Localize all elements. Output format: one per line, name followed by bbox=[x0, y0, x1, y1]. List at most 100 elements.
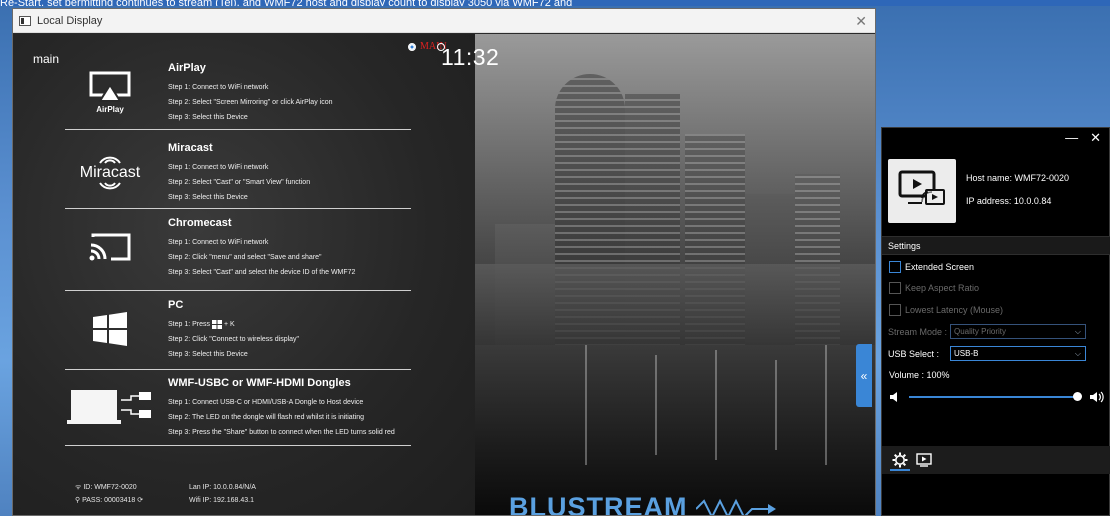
screen-cast-icon bbox=[916, 453, 932, 467]
chromecast-section: Chromecast Step 1: Connect to WiFi netwo… bbox=[65, 217, 411, 283]
airplay-icon-label: AirPlay bbox=[96, 104, 124, 114]
airplay-heading: AirPlay bbox=[168, 62, 206, 74]
lowest-latency-label: Lowest Latency (Mouse) bbox=[905, 305, 1004, 315]
mode-selector: MAIN bbox=[408, 41, 447, 52]
usb-select-row: USB Select : USB-B ⌵ bbox=[888, 346, 1086, 361]
stream-mode-label: Stream Mode : bbox=[888, 326, 948, 337]
pc-step-3: Step 3: Select this Device bbox=[168, 351, 248, 358]
stream-mode-row: Stream Mode : Quality Priority ⌵ bbox=[888, 324, 1086, 339]
network-info: Lan IP: 10.0.0.84/N/A Wifi IP: 192.168.4… bbox=[189, 481, 256, 507]
app-icon bbox=[19, 15, 31, 26]
dongles-step-2: Step 2: The LED on the dongle will flash… bbox=[168, 414, 364, 421]
window-close-button[interactable]: ✕ bbox=[855, 13, 867, 30]
windows-key-icon bbox=[211, 319, 222, 329]
ip-address: IP address: 10.0.0.84 bbox=[966, 196, 1052, 206]
blustream-logo: BLUSTREAM bbox=[509, 492, 777, 515]
volume-label: Volume : 100% bbox=[889, 370, 950, 380]
chevron-down-icon: ⌵ bbox=[1074, 349, 1081, 358]
chromecast-step-1: Step 1: Connect to WiFi network bbox=[168, 239, 269, 246]
close-button[interactable]: ✕ bbox=[1090, 130, 1101, 146]
brand-wave-icon bbox=[696, 498, 777, 515]
device-pass: PASS: 00003418 bbox=[82, 497, 136, 504]
extended-screen-label: Extended Screen bbox=[905, 262, 975, 272]
dongles-heading: WMF-USBC or WMF-HDMI Dongles bbox=[168, 377, 351, 389]
lan-ip: Lan IP: 10.0.0.84/N/A bbox=[189, 484, 256, 491]
miracast-icon: Miracast bbox=[65, 142, 155, 202]
windows-icon bbox=[65, 299, 155, 359]
wifi-ip: Wifi IP: 192.168.43.1 bbox=[189, 497, 254, 504]
chromecast-icon bbox=[65, 217, 155, 277]
dongles-section: WMF-USBC or WMF-HDMI Dongles Step 1: Con… bbox=[65, 377, 411, 447]
extended-screen-checkbox[interactable] bbox=[889, 261, 901, 273]
extended-screen-option[interactable]: Extended Screen bbox=[889, 261, 974, 273]
chromecast-heading: Chromecast bbox=[168, 217, 232, 229]
chromecast-step-2: Step 2: Click "menu" and select "Save an… bbox=[168, 254, 322, 261]
chromecast-step-3: Step 3: Select "Cast" and select the dev… bbox=[168, 269, 356, 276]
volume-slider-row bbox=[889, 390, 1104, 404]
dongles-step-3: Step 3: Press the "Share" button to conn… bbox=[168, 429, 395, 436]
brand-text: BLUSTREAM bbox=[509, 492, 688, 515]
local-display-window: Local Display ✕ main AirPlay AirPlay Ste… bbox=[12, 8, 876, 516]
divider bbox=[65, 208, 411, 209]
device-credentials: ᯤ ID: WMF72-0020 ⚲ PASS: 00003418 ⟳ bbox=[75, 481, 143, 507]
keep-aspect-ratio-option: Keep Aspect Ratio bbox=[889, 282, 979, 294]
volume-slider-thumb[interactable] bbox=[1073, 392, 1082, 401]
main-label: main bbox=[33, 52, 60, 66]
airplay-section: AirPlay AirPlay Step 1: Connect to WiFi … bbox=[65, 62, 411, 128]
device-id: ID: WMF72-0020 bbox=[83, 484, 137, 491]
divider bbox=[65, 445, 411, 446]
gear-icon bbox=[892, 452, 908, 468]
volume-up-icon[interactable] bbox=[1089, 391, 1105, 403]
screen-share-icon bbox=[888, 159, 956, 223]
miracast-step-3: Step 3: Select this Device bbox=[168, 194, 248, 201]
volume-down-icon[interactable] bbox=[889, 391, 901, 403]
pc-section: PC Step 1: Press + K Step 2: Click "Conn… bbox=[65, 299, 411, 365]
clock: 11:32 bbox=[441, 44, 500, 70]
screen-tab[interactable] bbox=[912, 449, 936, 471]
usb-select-label: USB Select : bbox=[888, 348, 940, 359]
refresh-icon[interactable]: ⟳ bbox=[135, 497, 143, 504]
airplay-step-1: Step 1: Connect to WiFi network bbox=[168, 84, 269, 91]
keep-aspect-ratio-checkbox bbox=[889, 282, 901, 294]
pc-step-1-text: Step 1: Press bbox=[168, 321, 211, 328]
lowest-latency-checkbox bbox=[889, 304, 901, 316]
control-panel: — ✕ Host name: WMF72-0020 IP address: 10… bbox=[881, 127, 1110, 516]
chevron-down-icon: ⌵ bbox=[1074, 327, 1081, 336]
pc-step-1-suffix: + K bbox=[223, 321, 235, 328]
stream-mode-select: Quality Priority ⌵ bbox=[950, 324, 1086, 339]
city-background-image bbox=[475, 34, 875, 515]
pc-heading: PC bbox=[168, 299, 184, 311]
volume-slider-track[interactable] bbox=[909, 396, 1077, 398]
divider bbox=[65, 290, 411, 291]
panel-collapse-button[interactable]: « bbox=[856, 344, 872, 407]
panel-tabs bbox=[882, 446, 1110, 474]
miracast-step-2: Step 2: Select "Cast" or "Smart View" fu… bbox=[168, 179, 311, 186]
miracast-heading: Miracast bbox=[168, 142, 213, 154]
main-mode-radio[interactable] bbox=[408, 42, 416, 51]
stream-mode-value: Quality Priority bbox=[954, 327, 1007, 336]
dongle-icon bbox=[65, 377, 159, 443]
settings-header: Settings bbox=[882, 236, 1110, 255]
settings-tab[interactable] bbox=[888, 449, 912, 471]
pc-step-2: Step 2: Click "Connect to wireless displ… bbox=[168, 336, 300, 343]
dongles-step-1: Step 1: Connect USB-C or HDMI/USB-A Dong… bbox=[168, 399, 364, 406]
divider bbox=[65, 129, 411, 130]
host-name: Host name: WMF72-0020 bbox=[966, 173, 1070, 183]
desktop-caption: Re-Start, set permitting continues to st… bbox=[0, 0, 1110, 6]
divider bbox=[65, 369, 411, 370]
miracast-section: Miracast Miracast Step 1: Connect to WiF… bbox=[65, 142, 411, 208]
miracast-step-1: Step 1: Connect to WiFi network bbox=[168, 164, 269, 171]
miracast-icon-label: Miracast bbox=[79, 164, 141, 181]
pc-step-1: Step 1: Press + K bbox=[168, 317, 299, 332]
window-titlebar[interactable]: Local Display ✕ bbox=[13, 9, 875, 33]
usb-select-dropdown[interactable]: USB-B ⌵ bbox=[950, 346, 1086, 361]
local-display-content: main AirPlay AirPlay Step 1: Connect to … bbox=[13, 34, 875, 515]
lowest-latency-option: Lowest Latency (Mouse) bbox=[889, 304, 1003, 316]
airplay-icon: AirPlay bbox=[65, 62, 155, 122]
airplay-step-2: Step 2: Select "Screen Mirroring" or cli… bbox=[168, 99, 333, 106]
window-title: Local Display bbox=[37, 14, 103, 27]
keep-aspect-ratio-label: Keep Aspect Ratio bbox=[905, 283, 980, 293]
usb-select-value: USB-B bbox=[954, 349, 979, 358]
airplay-step-3: Step 3: Select this Device bbox=[168, 114, 248, 121]
minimize-button[interactable]: — bbox=[1065, 130, 1078, 146]
